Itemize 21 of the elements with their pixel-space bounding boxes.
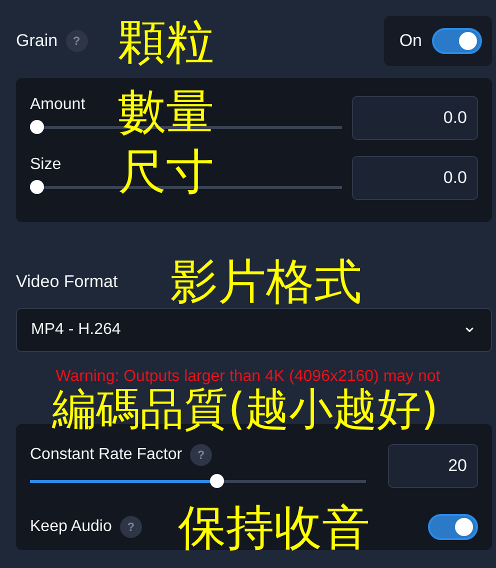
warning-text: Warning: Outputs larger than 4K (4096x2160) may not	[56, 368, 440, 386]
annotation-text: 尺寸	[118, 146, 214, 199]
number-field[interactable]: 0.0	[352, 96, 478, 140]
slider-label: Size	[30, 156, 62, 174]
caret-icon: ⌄	[462, 321, 477, 331]
toggle-switch[interactable]	[432, 28, 482, 54]
section-label: Video Format	[16, 272, 118, 292]
annotation-text: 顆粒	[118, 16, 214, 69]
toggle-label: Keep Audio	[30, 518, 112, 536]
number-field[interactable]: 20	[388, 444, 478, 488]
toggle-label: On	[399, 31, 422, 51]
number-field[interactable]: 0.0	[352, 156, 478, 200]
toggle-switch[interactable]	[428, 514, 478, 540]
section-label: Grain	[16, 31, 58, 51]
slider-label: Amount	[30, 96, 86, 114]
annotation-text: 編碼品質(越小越好)	[52, 386, 438, 434]
annotation-text: 影片格式	[170, 256, 362, 309]
annotation-text: 保持收音	[178, 502, 370, 555]
annotation-text: 數量	[118, 86, 214, 139]
slider-label: Constant Rate Factor	[30, 446, 182, 464]
format-dropdown[interactable]: MP4 - H.264 ⌄	[16, 308, 492, 352]
